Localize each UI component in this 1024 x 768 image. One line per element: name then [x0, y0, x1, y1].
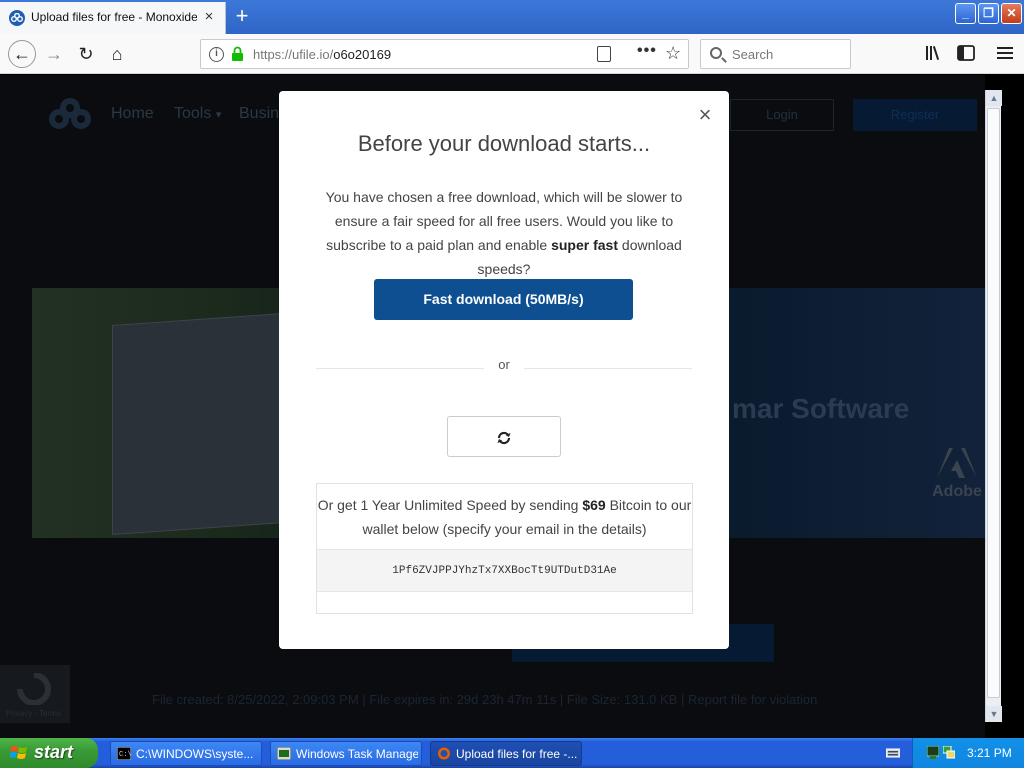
refresh-spinner-icon — [497, 431, 511, 445]
site-nav-business[interactable]: Busin — [239, 105, 279, 123]
recaptcha-badge[interactable]: Privacy - Terms — [0, 665, 70, 723]
home-icon[interactable]: ⌂ — [105, 42, 129, 66]
info-icon[interactable]: i — [209, 47, 224, 62]
bitcoin-offer-text: Or get 1 Year Unlimited Speed by sending… — [317, 493, 692, 541]
browser-navbar: ← → ↻ ⌂ i https://ufile.io/o6o20169 ••• … — [0, 34, 1024, 74]
site-nav-tools-label: Tools — [174, 105, 212, 122]
library-icon[interactable] — [925, 45, 943, 61]
site-nav-home[interactable]: Home — [111, 105, 154, 123]
url-path: o6o20169 — [333, 47, 392, 62]
sidebar-icon[interactable] — [957, 45, 975, 61]
btc-amount: $69 — [582, 497, 606, 513]
task-task-manager-label: Windows Task Manager — [296, 747, 418, 761]
recaptcha-icon — [17, 673, 51, 705]
site-nav-tools[interactable]: Tools ▾ — [174, 105, 221, 123]
window-controls: _ ❐ ✕ — [955, 3, 1022, 24]
minimize-icon[interactable]: _ — [955, 3, 976, 24]
bitcoin-offer-box: Or get 1 Year Unlimited Speed by sending… — [316, 483, 693, 614]
fast-download-button[interactable]: Fast download (50MB/s) — [374, 279, 633, 320]
tray-network-icon[interactable] — [943, 746, 955, 759]
tray-keyboard-icon[interactable] — [886, 746, 900, 759]
url-text[interactable]: https://ufile.io/o6o20169 — [253, 47, 391, 62]
task-manager-icon — [277, 747, 291, 760]
file-meta-info: File created: 8/25/2022, 2:09:03 PM | Fi… — [152, 692, 818, 707]
btc-text-part1: Or get 1 Year Unlimited Speed by sending — [317, 497, 583, 513]
lock-icon — [232, 46, 243, 61]
modal-close-icon[interactable]: × — [694, 104, 716, 126]
reader-view-icon[interactable] — [597, 46, 611, 62]
search-icon — [710, 47, 722, 59]
windows-taskbar: start C:\ C:\WINDOWS\syste... Windows Ta… — [0, 738, 1024, 768]
tray-clock[interactable]: 3:21 PM — [967, 746, 1012, 760]
tab-close-icon[interactable]: × — [200, 8, 218, 26]
ufile-favicon-icon — [9, 10, 25, 26]
search-input[interactable]: Search — [732, 47, 773, 62]
task-firefox-label: Upload files for free -... — [456, 747, 578, 761]
divider-left — [316, 368, 484, 369]
restore-icon[interactable]: ❐ — [978, 3, 999, 24]
modal-body-bold: super fast — [551, 237, 619, 253]
register-button[interactable]: Register — [853, 99, 977, 131]
browser-tab-active[interactable]: Upload files for free - Monoxidex8 × — [0, 2, 226, 34]
url-host: https://ufile.io/ — [253, 47, 334, 62]
recaptcha-text: Privacy - Terms — [6, 709, 61, 718]
task-cmd-label: C:\WINDOWS\syste... — [136, 747, 254, 761]
firefox-icon — [438, 747, 450, 760]
page-scrollbar[interactable]: ▲ ▼ — [985, 90, 1002, 722]
free-download-button[interactable] — [447, 416, 561, 457]
chevron-down-icon: ▾ — [215, 109, 222, 121]
banner-text: mar Software — [732, 393, 910, 424]
tray-monitor-icon[interactable] — [927, 746, 939, 759]
forward-arrow-icon[interactable]: → — [42, 42, 66, 66]
adobe-label: Adobe — [932, 483, 982, 500]
url-bar[interactable]: i https://ufile.io/o6o20169 ••• ☆ — [200, 39, 689, 69]
scroll-up-icon[interactable]: ▲ — [986, 90, 1002, 106]
new-tab-button[interactable]: + — [231, 5, 253, 27]
browser-tabstrip: Upload files for free - Monoxidex8 × + _… — [0, 0, 1024, 34]
svg-text:C:\: C:\ — [119, 751, 131, 759]
window-close-icon[interactable]: ✕ — [1001, 3, 1022, 24]
bitcoin-wallet-address[interactable]: 1Pf6ZVJPPJYhzTx7XXBocTt9UTDutD31Ae — [317, 549, 692, 592]
page-actions-icon[interactable]: ••• — [637, 42, 657, 60]
system-tray: 3:21 PM — [912, 738, 1024, 768]
login-button[interactable]: Login — [730, 99, 834, 131]
back-arrow-icon[interactable]: ← — [8, 40, 36, 68]
divider-right — [524, 368, 692, 369]
menu-icon[interactable] — [997, 46, 1013, 60]
modal-body-text: You have chosen a free download, which w… — [311, 185, 697, 281]
reload-icon[interactable]: ↻ — [74, 42, 98, 66]
tab-title: Upload files for free - Monoxidex8 — [31, 10, 197, 24]
site-logo-icon[interactable] — [46, 97, 94, 133]
scrollbar-thumb[interactable] — [987, 108, 1000, 698]
search-bar[interactable]: Search — [700, 39, 851, 69]
start-button[interactable]: start — [0, 738, 98, 768]
task-firefox[interactable]: Upload files for free -... — [430, 741, 582, 766]
task-cmd[interactable]: C:\ C:\WINDOWS\syste... — [110, 741, 262, 766]
scroll-down-icon[interactable]: ▼ — [986, 706, 1002, 722]
adobe-logo-icon: Adobe — [932, 448, 982, 501]
cmd-icon: C:\ — [117, 747, 131, 760]
bookmark-star-icon[interactable]: ☆ — [665, 43, 681, 64]
start-label: start — [34, 742, 74, 762]
task-task-manager[interactable]: Windows Task Manager — [270, 741, 422, 766]
divider-or-label: or — [498, 357, 510, 372]
modal-title: Before your download starts... — [357, 131, 651, 156]
windows-flag-icon — [10, 746, 27, 759]
download-modal: × Before your download starts... You hav… — [279, 91, 729, 649]
